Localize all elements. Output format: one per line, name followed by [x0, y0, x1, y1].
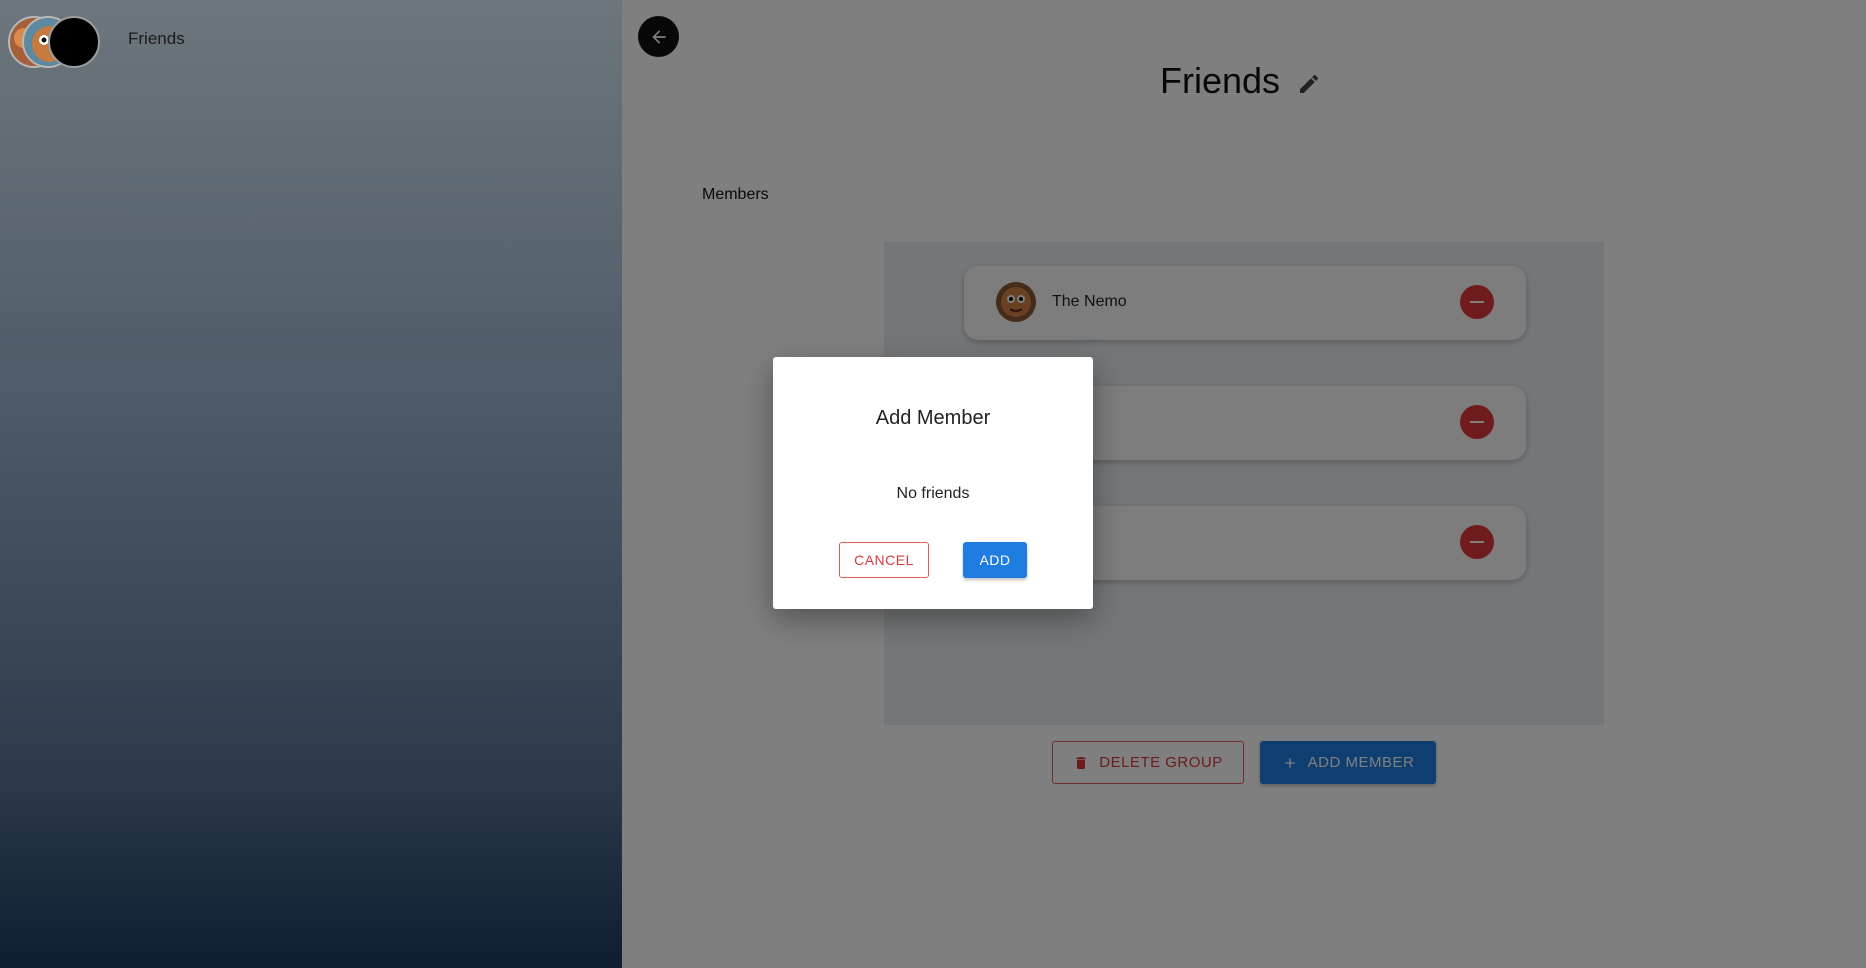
add-member-dialog: Add Member No friends CANCEL ADD	[773, 357, 1093, 609]
sidebar: Friends	[0, 0, 622, 968]
group-item-friends[interactable]: Friends	[0, 0, 622, 80]
add-button[interactable]: ADD	[963, 542, 1027, 578]
group-avatar-stack	[8, 16, 100, 68]
empty-state-text: No friends	[896, 485, 970, 502]
dialog-title: Add Member	[875, 407, 991, 429]
avatar	[48, 16, 100, 68]
cancel-button[interactable]: CANCEL	[839, 542, 929, 578]
group-name: Friends	[128, 29, 185, 48]
